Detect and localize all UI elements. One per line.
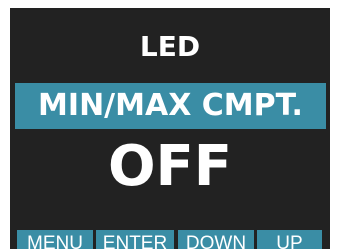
up-button[interactable]: UP (257, 230, 322, 249)
enter-button[interactable]: ENTER (96, 230, 174, 249)
setting-value: OFF (107, 134, 233, 199)
selected-menu-item: MIN/MAX CMPT. (15, 83, 326, 129)
device-display: LED MIN/MAX CMPT. OFF MENU ENTER DOWN UP (0, 0, 340, 249)
softkey-bar: MENU ENTER DOWN UP (10, 230, 330, 249)
menu-button[interactable]: MENU (17, 230, 93, 249)
down-button[interactable]: DOWN (178, 230, 254, 249)
screen-title: LED (139, 30, 201, 63)
